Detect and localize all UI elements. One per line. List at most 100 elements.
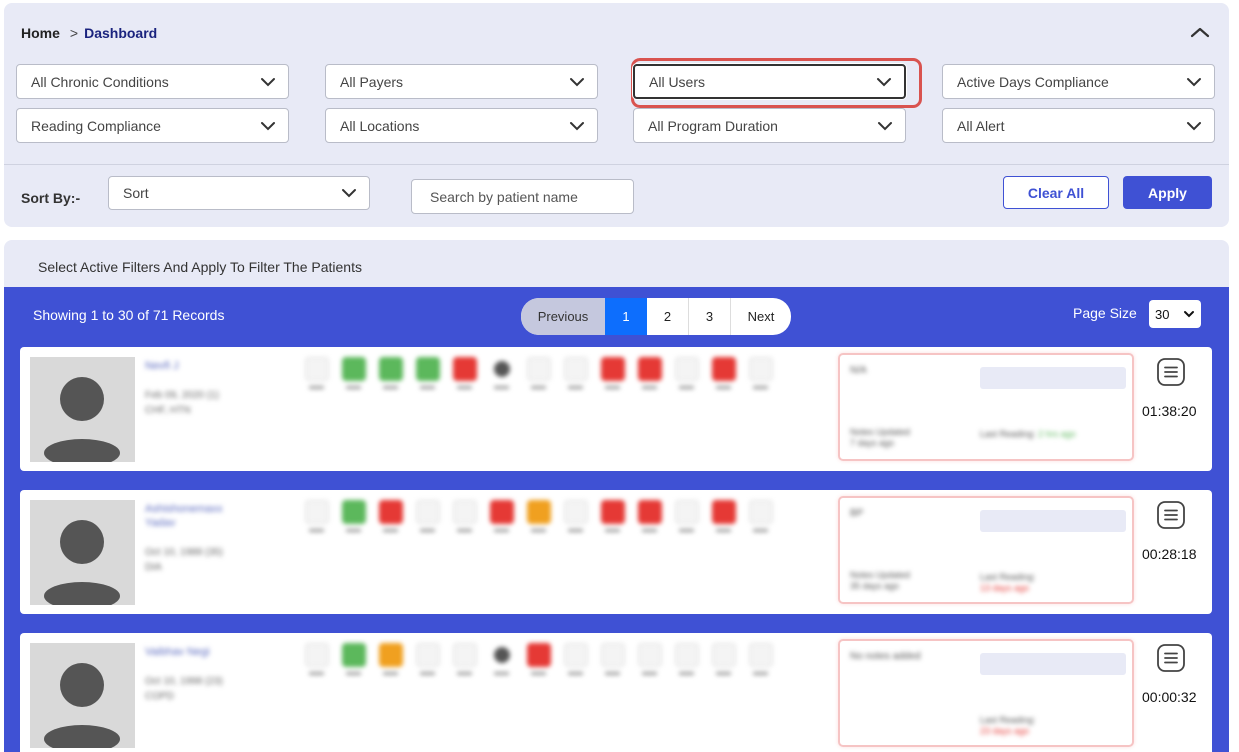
active-days-compliance-dropdown[interactable]: Active Days Compliance: [942, 64, 1215, 99]
chevron-down-icon: [878, 121, 892, 130]
vital-status-icon[interactable]: [633, 500, 666, 541]
vital-status-icon[interactable]: [559, 500, 592, 541]
vital-status-icon[interactable]: [300, 643, 333, 684]
page-size-select[interactable]: 30: [1149, 300, 1201, 328]
vital-status-icon[interactable]: [707, 643, 740, 684]
thermo-status-icon: [526, 357, 551, 381]
vital-status-icon[interactable]: [300, 500, 333, 541]
vital-status-icon[interactable]: [559, 643, 592, 684]
vital-status-icon[interactable]: [670, 357, 703, 398]
previous-page-button[interactable]: Previous: [521, 298, 605, 335]
sort-dropdown[interactable]: Sort: [108, 176, 370, 210]
chevron-down-icon: [1184, 311, 1194, 318]
vital-status-icon[interactable]: [337, 643, 370, 684]
vital-icon-caption: [454, 527, 476, 541]
page-1-button[interactable]: 1: [605, 298, 647, 335]
vital-status-icon[interactable]: [744, 500, 777, 541]
grey-status-icon: [415, 500, 440, 524]
vital-status-icon[interactable]: [744, 357, 777, 398]
patient-menu-button[interactable]: [1156, 500, 1186, 530]
hamburger-menu-icon: [1157, 644, 1185, 672]
alert-dropdown[interactable]: All Alert: [942, 108, 1215, 143]
vital-status-icon[interactable]: [337, 357, 370, 398]
chevron-up-icon: [1190, 27, 1210, 38]
patient-card[interactable]: Nevfi J Feb 09, 2020 (1) CHF, HTN N/A No…: [20, 347, 1212, 471]
green-status-icon: [341, 643, 366, 667]
payers-dropdown[interactable]: All Payers: [325, 64, 598, 99]
vital-status-icon[interactable]: [670, 500, 703, 541]
chronic-conditions-dropdown[interactable]: All Chronic Conditions: [16, 64, 289, 99]
vital-icon-caption: [417, 527, 439, 541]
vital-status-icon[interactable]: [670, 643, 703, 684]
vital-status-icon[interactable]: [707, 357, 740, 398]
patient-menu-button[interactable]: [1156, 357, 1186, 387]
program-duration-dropdown[interactable]: All Program Duration: [633, 108, 906, 143]
vital-status-icon[interactable]: [374, 357, 407, 398]
vital-status-icon[interactable]: [448, 500, 481, 541]
vital-icon-caption: [380, 384, 402, 398]
chevron-down-icon: [570, 77, 584, 86]
apply-button[interactable]: Apply: [1123, 176, 1212, 209]
hamburger-menu-icon: [1157, 358, 1185, 386]
vital-status-icon[interactable]: [337, 500, 370, 541]
patient-name[interactable]: Ashishonemaxx Yadav: [145, 502, 255, 530]
assignee-chip: [980, 510, 1126, 532]
page-2-button[interactable]: 2: [647, 298, 689, 335]
vital-status-icon[interactable]: [559, 357, 592, 398]
patient-card[interactable]: Ashishonemaxx Yadav Oct 10, 1988 (35) DI…: [20, 490, 1212, 614]
locations-dropdown[interactable]: All Locations: [325, 108, 598, 143]
vital-status-icon[interactable]: [411, 357, 444, 398]
vital-status-icon[interactable]: [707, 500, 740, 541]
vital-status-icon[interactable]: [522, 357, 555, 398]
patient-card[interactable]: Vaibhav Negi Oct 10, 1998 (23) COPD No n…: [20, 633, 1212, 752]
vital-status-icon[interactable]: [522, 643, 555, 684]
dark-status-icon: [489, 357, 514, 381]
notes-panel: BP Notes Updated 35 days ago Last Reading…: [838, 496, 1134, 604]
patient-condition: DIA: [145, 562, 162, 573]
vital-icon-caption: [491, 527, 513, 541]
patient-menu-button[interactable]: [1156, 643, 1186, 673]
panel-divider: [4, 164, 1229, 165]
page-3-button[interactable]: 3: [689, 298, 731, 335]
vital-status-icon[interactable]: [485, 357, 518, 398]
clear-all-button[interactable]: Clear All: [1003, 176, 1109, 209]
vital-status-icon[interactable]: [633, 643, 666, 684]
patient-name[interactable]: Nevfi J: [145, 359, 255, 373]
vital-status-icon[interactable]: [485, 643, 518, 684]
next-page-button[interactable]: Next: [731, 298, 791, 335]
red-status-icon: [711, 500, 736, 524]
vital-status-icon[interactable]: [744, 643, 777, 684]
results-list: Showing 1 to 30 of 71 Records Previous 1…: [4, 287, 1229, 752]
vital-status-icon[interactable]: [596, 357, 629, 398]
red-status-icon: [452, 357, 477, 381]
vital-status-icon[interactable]: [411, 643, 444, 684]
dark-status-icon: [489, 643, 514, 667]
vital-status-icon[interactable]: [522, 500, 555, 541]
patient-dob: Feb 09, 2020 (1): [145, 390, 219, 401]
dropdown-value: All Locations: [340, 117, 420, 134]
vital-icon-caption: [639, 384, 661, 398]
vital-icon-caption: [565, 670, 587, 684]
vital-icon-caption: [639, 527, 661, 541]
vital-status-icon[interactable]: [448, 643, 481, 684]
vital-status-icon[interactable]: [596, 643, 629, 684]
collapse-filters-button[interactable]: [1187, 21, 1213, 43]
reading-compliance-dropdown[interactable]: Reading Compliance: [16, 108, 289, 143]
patient-name[interactable]: Vaibhav Negi: [145, 645, 255, 659]
user-silhouette-icon: [44, 377, 120, 467]
green-status-icon: [341, 357, 366, 381]
vital-status-icon[interactable]: [633, 357, 666, 398]
vital-status-icon[interactable]: [374, 500, 407, 541]
users-dropdown[interactable]: All Users: [633, 64, 906, 99]
vital-status-icon[interactable]: [300, 357, 333, 398]
vital-status-icon[interactable]: [411, 500, 444, 541]
session-timer: 01:38:20: [1142, 403, 1197, 419]
patient-search-input[interactable]: [411, 179, 634, 214]
vital-status-icon[interactable]: [485, 500, 518, 541]
vital-status-icon[interactable]: [448, 357, 481, 398]
vital-status-icon[interactable]: [596, 500, 629, 541]
vital-status-icon[interactable]: [374, 643, 407, 684]
grey-status-icon: [415, 643, 440, 667]
breadcrumb-home[interactable]: Home: [21, 25, 60, 41]
results-header: Select Active Filters And Apply To Filte…: [4, 240, 1229, 290]
